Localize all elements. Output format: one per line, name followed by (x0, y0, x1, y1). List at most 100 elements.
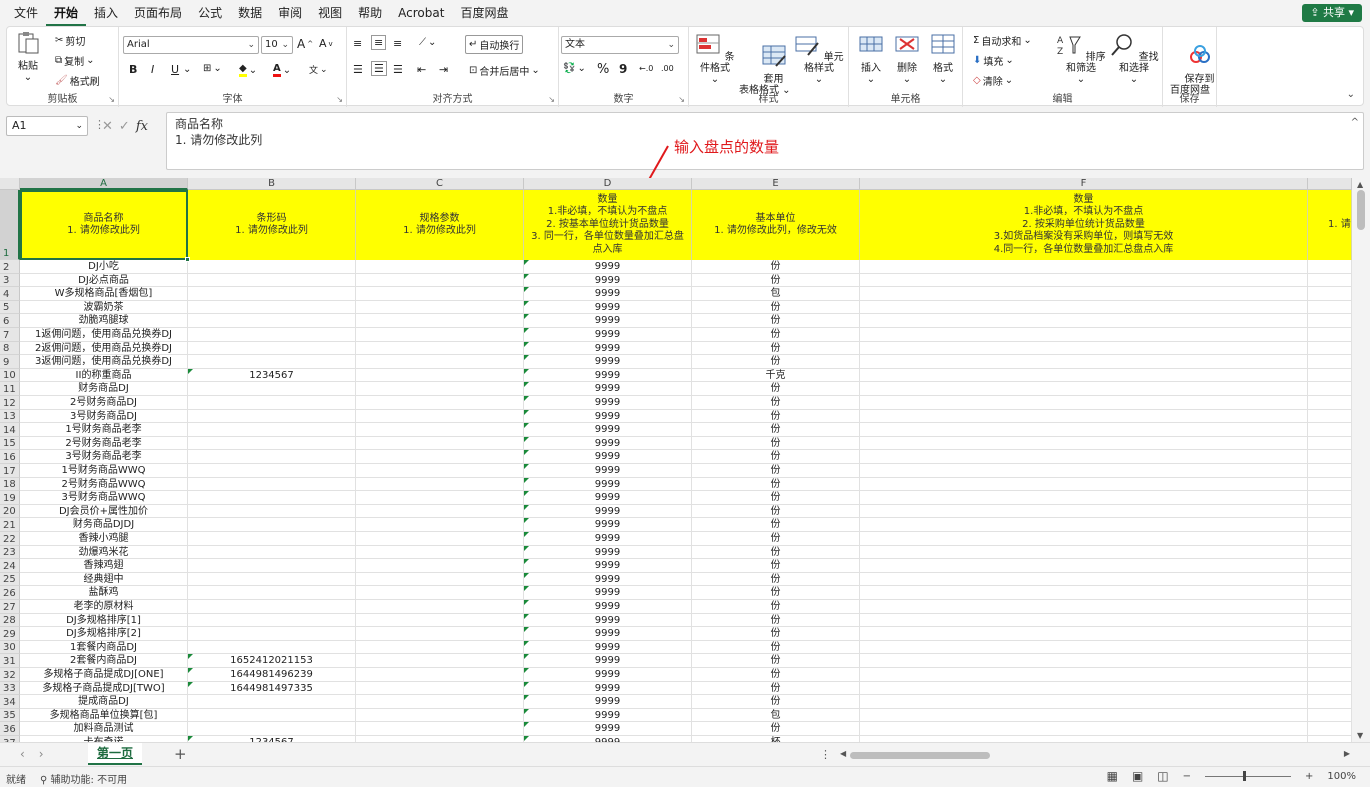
column-header-b[interactable]: B (188, 178, 356, 190)
zoom-in-icon[interactable]: + (1305, 771, 1313, 782)
table-cell[interactable] (1308, 627, 1352, 641)
dialog-launcher-icon[interactable]: ↘ (548, 95, 555, 104)
table-cell[interactable] (860, 368, 1308, 383)
menu-tab-6[interactable]: 审阅 (270, 0, 310, 26)
row-header[interactable]: 6 (0, 314, 20, 328)
table-cell[interactable] (188, 328, 356, 342)
table-cell[interactable] (860, 708, 1308, 723)
text-number-warning-icon[interactable] (524, 464, 529, 469)
header-cell-d[interactable]: 数量 1.非必填，不填认为不盘点 2. 按基本单位统计货品数量 3. 同一行，各… (524, 190, 692, 260)
table-cell[interactable] (356, 436, 524, 451)
text-number-warning-icon[interactable] (524, 586, 529, 592)
table-cell[interactable]: 9999 (524, 396, 692, 410)
table-cell[interactable]: 份 (692, 382, 860, 396)
table-cell[interactable] (356, 260, 524, 274)
table-cell[interactable] (356, 695, 524, 709)
row-header[interactable]: 33 (0, 681, 20, 696)
table-cell[interactable] (356, 491, 524, 505)
table-cell[interactable] (1308, 382, 1352, 396)
vertical-scroll-thumb[interactable] (1357, 190, 1365, 230)
table-cell[interactable] (188, 300, 356, 315)
table-cell[interactable]: 2号财务商品WWQ (20, 477, 188, 492)
table-cell[interactable] (860, 722, 1308, 736)
normal-view-icon[interactable]: ▦ (1107, 769, 1118, 783)
table-cell[interactable] (356, 341, 524, 356)
table-cell[interactable]: 份 (692, 396, 860, 410)
text-number-warning-icon[interactable] (524, 600, 529, 605)
table-cell[interactable] (188, 464, 356, 478)
table-cell[interactable]: 9999 (524, 491, 692, 505)
zoom-slider[interactable] (1205, 770, 1292, 781)
text-number-warning-icon[interactable] (524, 668, 529, 673)
orientation-button[interactable]: ⟋ ⌄ (419, 37, 436, 48)
table-cell[interactable] (356, 640, 524, 655)
table-cell[interactable]: 份 (692, 504, 860, 519)
table-cell[interactable]: 9999 (524, 681, 692, 696)
table-cell[interactable]: 3返佣问题，使用商品兑换券DJ (20, 355, 188, 369)
table-cell[interactable] (356, 532, 524, 546)
table-cell[interactable]: 份 (692, 341, 860, 356)
format-cells-button[interactable]: 格式 ⌄ (927, 33, 959, 85)
share-button[interactable]: ⇪ 共享 ▾ (1302, 4, 1362, 22)
sort-filter-button[interactable]: AZ 排序和筛选 ⌄ (1055, 33, 1107, 85)
table-cell[interactable] (1308, 450, 1352, 464)
table-cell[interactable]: 1234567 (188, 368, 356, 383)
percent-button[interactable]: % (597, 62, 609, 77)
table-cell[interactable] (860, 450, 1308, 464)
text-number-warning-icon[interactable] (524, 545, 529, 551)
table-cell[interactable]: 包 (692, 708, 860, 723)
table-cell[interactable]: 2号财务商品DJ (20, 396, 188, 410)
table-cell[interactable]: 财务商品DJ (20, 382, 188, 396)
vertical-scrollbar[interactable]: ▲ ▼ (1352, 178, 1370, 742)
table-cell[interactable] (188, 640, 356, 655)
table-cell[interactable]: 份 (692, 300, 860, 315)
table-cell[interactable] (860, 477, 1308, 492)
table-cell[interactable]: 9999 (524, 708, 692, 723)
text-number-warning-icon[interactable] (188, 668, 193, 673)
row-header[interactable]: 34 (0, 695, 20, 709)
row-header[interactable]: 10 (0, 368, 20, 383)
table-cell[interactable]: 1644981496239 (188, 668, 356, 682)
table-cell[interactable] (188, 450, 356, 464)
table-cell[interactable]: 波霸奶茶 (20, 300, 188, 315)
table-cell[interactable] (1308, 668, 1352, 682)
table-cell[interactable] (188, 600, 356, 614)
row-header[interactable]: 36 (0, 722, 20, 736)
table-cell[interactable]: 9999 (524, 572, 692, 587)
table-cell[interactable]: 9999 (524, 586, 692, 600)
zoom-out-icon[interactable]: − (1183, 771, 1191, 782)
formula-collapse-icon[interactable]: ^ (1351, 115, 1359, 131)
row-header[interactable]: 30 (0, 640, 20, 655)
table-cell[interactable] (1308, 532, 1352, 546)
table-cell[interactable]: 9999 (524, 423, 692, 437)
table-cell[interactable] (860, 396, 1308, 410)
table-cell[interactable] (188, 586, 356, 600)
table-cell[interactable] (860, 260, 1308, 274)
table-cell[interactable] (188, 708, 356, 723)
align-middle-button[interactable]: ≡ (371, 35, 387, 50)
table-cell[interactable]: 3号财务商品老李 (20, 450, 188, 464)
row-header[interactable]: 2 (0, 260, 20, 274)
table-cell[interactable] (860, 504, 1308, 519)
table-cell[interactable] (356, 559, 524, 573)
table-cell[interactable] (188, 260, 356, 274)
decrease-indent-button[interactable]: ⇤ (417, 63, 426, 76)
format-painter-button[interactable]: 🖌 格式刷 (55, 73, 100, 88)
scroll-down-icon[interactable]: ▼ (1357, 731, 1363, 740)
table-cell[interactable]: 份 (692, 314, 860, 328)
table-cell[interactable] (1308, 491, 1352, 505)
table-cell[interactable] (356, 613, 524, 628)
underline-button[interactable]: U (171, 63, 179, 76)
text-number-warning-icon[interactable] (524, 260, 529, 265)
text-number-warning-icon[interactable] (524, 640, 529, 646)
menu-tab-1[interactable]: 开始 (46, 0, 87, 26)
table-cell[interactable]: 盐酥鸡 (20, 586, 188, 600)
table-cell[interactable] (356, 382, 524, 396)
align-center-button[interactable]: ☰ (371, 61, 387, 76)
table-cell[interactable]: 份 (692, 572, 860, 587)
table-cell[interactable] (860, 627, 1308, 641)
row-header[interactable]: 3 (0, 273, 20, 288)
row-header[interactable]: 5 (0, 300, 20, 315)
menu-tab-7[interactable]: 视图 (310, 0, 350, 26)
table-cell[interactable]: 9999 (524, 464, 692, 478)
